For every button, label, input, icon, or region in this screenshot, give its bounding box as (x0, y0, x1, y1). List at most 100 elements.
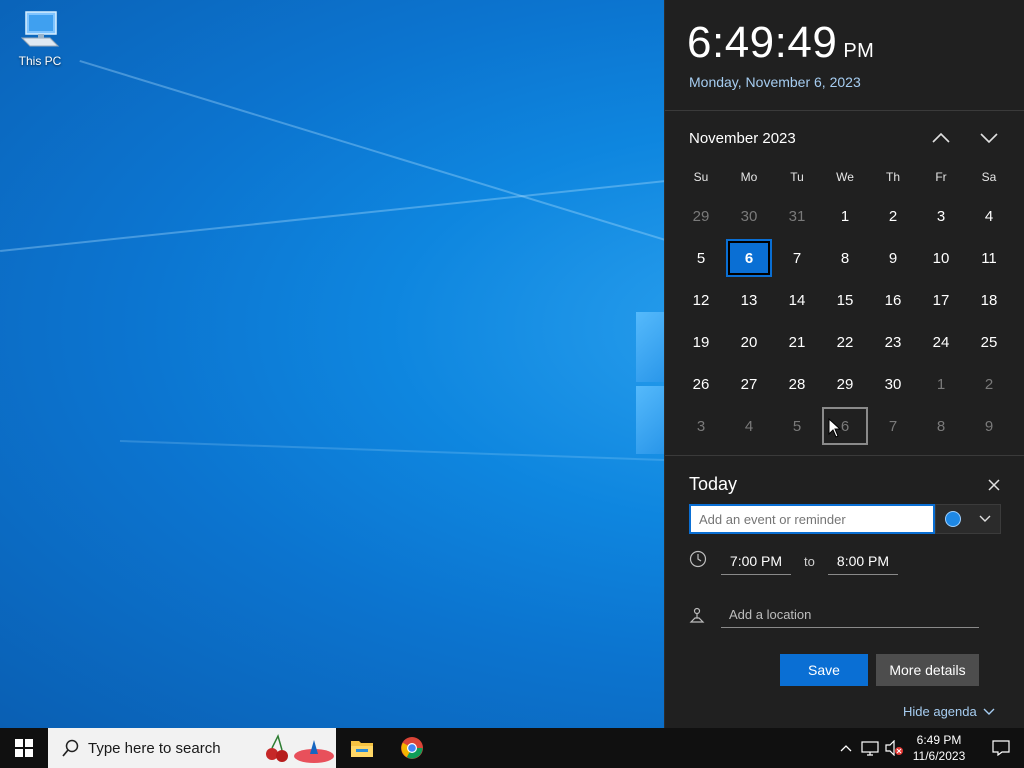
notification-icon (992, 740, 1010, 756)
windows-logo-pane (636, 386, 664, 454)
weekday-label: Su (693, 170, 709, 184)
calendar-day[interactable]: 11 (966, 239, 1012, 277)
calendar-day[interactable]: 3 (918, 197, 964, 235)
taskbar-clock[interactable]: 6:49 PM 11/6/2023 (908, 732, 970, 764)
divider (665, 455, 1024, 456)
weekday-label: Mo (740, 170, 758, 184)
show-hidden-icons-button[interactable] (836, 738, 856, 758)
hide-agenda-link[interactable]: Hide agenda (903, 704, 995, 719)
weekday-label: Fr (935, 170, 947, 184)
calendar-day[interactable]: 8 (918, 407, 964, 445)
location-pin-icon (689, 607, 705, 623)
current-time: 6:49:49 PM (687, 18, 874, 68)
calendar-day-today[interactable]: 6 (726, 239, 772, 277)
calendar-day[interactable]: 23 (870, 323, 916, 361)
calendar-day[interactable]: 28 (774, 365, 820, 403)
weekday-label: Tu (790, 170, 804, 184)
chrome-icon (401, 737, 423, 759)
wallpaper-beam (0, 178, 677, 252)
current-date-link[interactable]: Monday, November 6, 2023 (689, 74, 861, 90)
this-pc-icon (20, 11, 60, 47)
calendar-day[interactable]: 13 (726, 281, 772, 319)
calendar-day[interactable]: 8 (822, 239, 868, 277)
chevron-up-icon (932, 132, 950, 143)
action-center-button[interactable] (978, 728, 1024, 768)
calendar-day[interactable]: 29 (678, 197, 724, 235)
calendar-day[interactable]: 9 (966, 407, 1012, 445)
search-icon (62, 739, 79, 757)
calendar-day[interactable]: 30 (870, 365, 916, 403)
more-details-button[interactable]: More details (876, 654, 979, 686)
location-field[interactable]: Add a location (721, 602, 979, 628)
calendar-day[interactable]: 30 (726, 197, 772, 235)
start-button[interactable] (0, 728, 48, 768)
taskbar: Type here to search 6:49 PM 11/6/2023 (0, 728, 1024, 768)
calendar-day[interactable]: 2 (870, 197, 916, 235)
calendar-day[interactable]: 3 (678, 407, 724, 445)
clock-header: 6:49:49 PM Monday, November 6, 2023 (665, 0, 1024, 111)
clock-calendar-flyout: 6:49:49 PM Monday, November 6, 2023 Novem… (664, 0, 1024, 728)
this-pc-desktop-icon[interactable]: This PC (14, 8, 66, 68)
calendar-day[interactable]: 12 (678, 281, 724, 319)
calendar-day[interactable]: 21 (774, 323, 820, 361)
agenda-title: Today (689, 474, 738, 494)
this-pc-label: This PC (18, 54, 62, 68)
calendar-day[interactable]: 7 (774, 239, 820, 277)
save-button[interactable]: Save (780, 654, 868, 686)
calendar-day[interactable]: 10 (918, 239, 964, 277)
calendar-day[interactable]: 2 (966, 365, 1012, 403)
close-agenda-button[interactable] (983, 474, 1005, 496)
taskbar-search-box[interactable]: Type here to search (48, 728, 336, 768)
network-tray-button[interactable] (860, 738, 880, 758)
volume-tray-button[interactable] (884, 738, 904, 758)
calendar-day[interactable]: 9 (870, 239, 916, 277)
calendar-day[interactable]: 20 (726, 323, 772, 361)
hide-agenda-label: Hide agenda (903, 704, 977, 719)
event-input[interactable] (689, 504, 935, 534)
search-highlight-illustration-icon (260, 730, 336, 766)
chrome-taskbar-button[interactable] (388, 728, 436, 768)
calendar-day[interactable]: 5 (774, 407, 820, 445)
calendar-day[interactable]: 15 (822, 281, 868, 319)
calendar-day[interactable]: 25 (966, 323, 1012, 361)
file-explorer-taskbar-button[interactable] (338, 728, 386, 768)
calendar-day[interactable]: 1 (918, 365, 964, 403)
calendar-day[interactable]: 16 (870, 281, 916, 319)
wallpaper-beam (79, 60, 673, 244)
start-time-field[interactable]: 7:00 PM (721, 548, 791, 575)
calendar-day[interactable]: 14 (774, 281, 820, 319)
mouse-cursor-icon (828, 418, 842, 438)
wallpaper-beam (119, 440, 680, 462)
previous-month-button[interactable] (927, 124, 955, 152)
calendar-day[interactable]: 17 (918, 281, 964, 319)
windows-logo-pane (636, 312, 664, 382)
time-ampm: PM (843, 40, 875, 62)
calendar-day[interactable]: 24 (918, 323, 964, 361)
file-explorer-icon (351, 741, 373, 757)
calendar-day[interactable]: 4 (966, 197, 1012, 235)
agenda-panel: Today 7:00 PM to 8:00 PM Add a location … (665, 466, 1024, 728)
to-label: to (804, 554, 815, 569)
volume-muted-icon (885, 740, 903, 756)
calendar-day[interactable]: 29 (822, 365, 868, 403)
search-placeholder: Type here to search (88, 739, 221, 757)
calendar-day[interactable]: 26 (678, 365, 724, 403)
calendar-day[interactable]: 19 (678, 323, 724, 361)
calendar-day[interactable]: 1 (822, 197, 868, 235)
clock-icon (689, 550, 707, 568)
calendar-day[interactable]: 5 (678, 239, 724, 277)
end-time-field[interactable]: 8:00 PM (828, 548, 898, 575)
calendar-day[interactable]: 18 (966, 281, 1012, 319)
next-month-button[interactable] (975, 124, 1003, 152)
time-value: 6:49:49 (687, 18, 838, 67)
calendar-day[interactable]: 4 (726, 407, 772, 445)
calendar-day[interactable]: 27 (726, 365, 772, 403)
chevron-down-icon (979, 515, 991, 522)
taskbar-time: 6:49 PM (916, 733, 962, 747)
month-label[interactable]: November 2023 (689, 130, 796, 147)
calendar-day[interactable]: 7 (870, 407, 916, 445)
calendar-day[interactable]: 22 (822, 323, 868, 361)
event-color-picker[interactable] (935, 504, 1001, 534)
location-row: Add a location (689, 602, 1009, 632)
calendar-day[interactable]: 31 (774, 197, 820, 235)
